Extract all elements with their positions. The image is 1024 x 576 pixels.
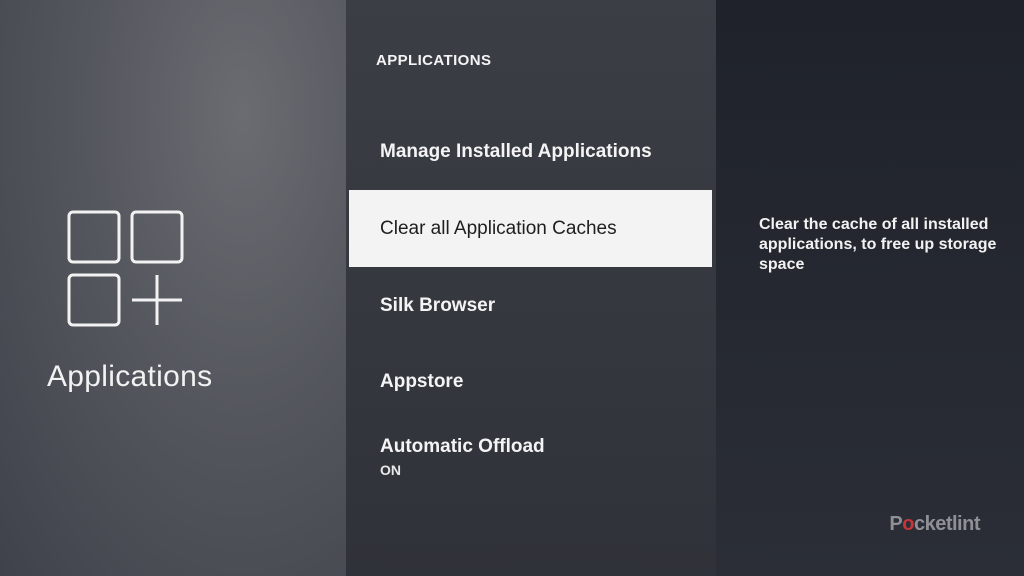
menu-item-label: Manage Installed Applications (380, 141, 652, 162)
category-title: Applications (47, 360, 213, 393)
watermark-text: P (889, 513, 903, 535)
menu-item-label: Silk Browser (380, 295, 496, 316)
menu-item-automatic-offload[interactable]: Automatic Offload ON (349, 436, 712, 478)
section-header: APPLICATIONS (376, 52, 492, 69)
settings-menu: APPLICATIONS Manage Installed Applicatio… (346, 0, 716, 576)
apps-grid-plus-icon (67, 210, 184, 327)
watermark-logo: Pocketlint (889, 513, 980, 536)
menu-item-silk-browser[interactable]: Silk Browser (349, 295, 712, 317)
category-panel: Applications (0, 0, 346, 576)
watermark-text: cketlint (913, 513, 981, 535)
menu-item-appstore[interactable]: Appstore (349, 371, 712, 393)
menu-item-label: Appstore (380, 371, 464, 392)
watermark-accent: o (902, 513, 914, 535)
item-description: Clear the cache of all installed applica… (759, 216, 997, 273)
menu-item-clear-all-application-caches[interactable]: Clear all Application Caches (349, 190, 712, 267)
description-panel: Clear the cache of all installed applica… (716, 0, 1024, 576)
menu-item-label: Automatic Offload (380, 436, 545, 457)
menu-item-label: Clear all Application Caches (380, 217, 617, 239)
menu-item-manage-installed-applications[interactable]: Manage Installed Applications (349, 141, 712, 163)
menu-item-status: ON (380, 462, 401, 478)
